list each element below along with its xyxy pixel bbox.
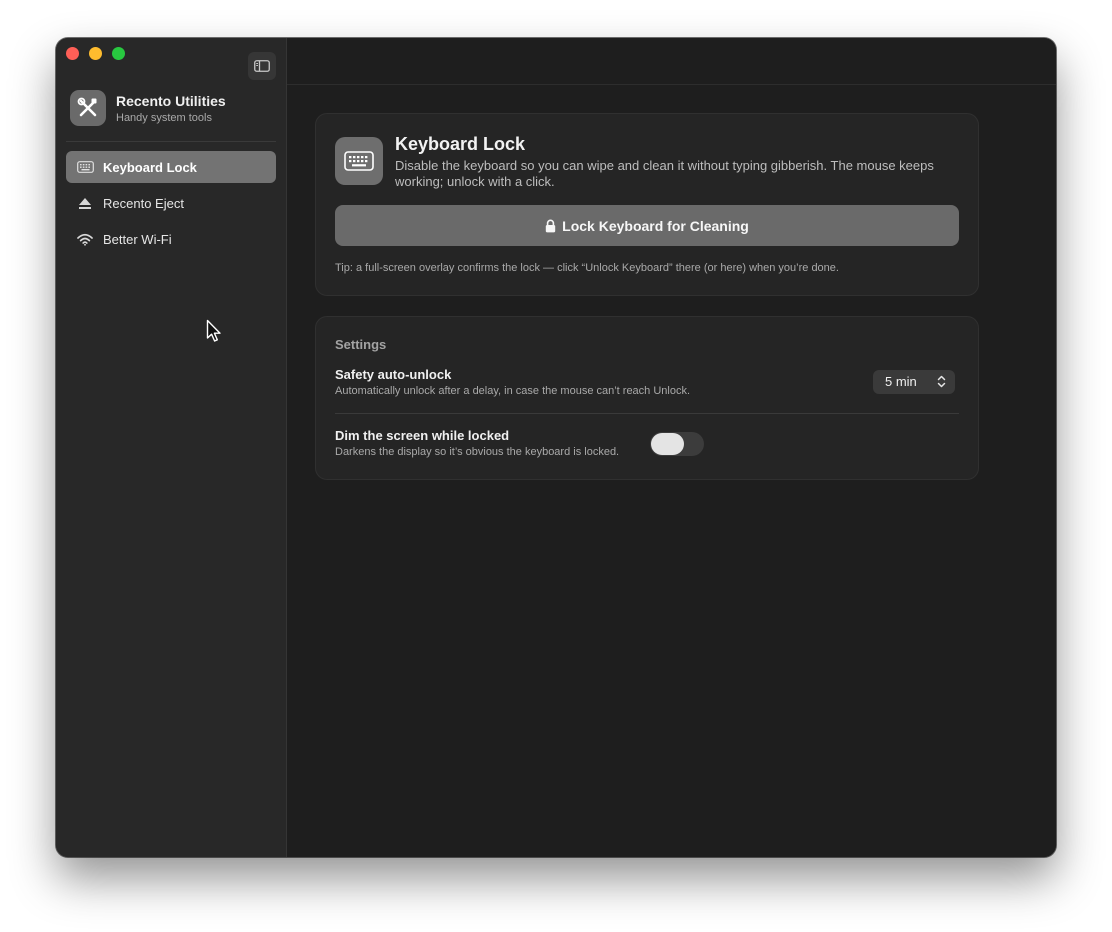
dim-screen-description: Darkens the display so it’s obvious the …: [335, 446, 620, 458]
lock-button-label: Lock Keyboard for Cleaning: [562, 217, 749, 234]
eject-icon: [76, 194, 94, 212]
wifi-icon: [76, 230, 94, 248]
auto-unlock-title: Safety auto-unlock: [335, 367, 452, 382]
toolbar-divider: [287, 84, 1056, 85]
sidebar-item-better-wifi[interactable]: Better Wi-Fi: [66, 223, 276, 255]
maximize-window-button[interactable]: [112, 47, 125, 60]
sidebar-item-keyboard-lock[interactable]: Keyboard Lock: [66, 151, 276, 183]
app-subtitle: Handy system tools: [116, 112, 212, 124]
keyboard-icon: [76, 158, 94, 176]
minimize-window-button[interactable]: [89, 47, 102, 60]
auto-unlock-description: Automatically unlock after a delay, in c…: [335, 385, 691, 397]
mouse-pointer-icon: [206, 319, 221, 342]
keyboard-lock-card: Keyboard Lock Disable the keyboard so yo…: [315, 113, 979, 296]
sidebar-item-label: Keyboard Lock: [103, 159, 197, 175]
lock-keyboard-button[interactable]: Lock Keyboard for Cleaning: [335, 205, 959, 246]
auto-unlock-value: 5 min: [885, 374, 917, 389]
page-title: Keyboard Lock: [395, 134, 526, 154]
app-window: Recento Utilities Handy system tools Key…: [56, 38, 1056, 857]
settings-heading: Settings: [335, 337, 387, 352]
settings-divider: [335, 413, 959, 414]
sidebar-toggle-button[interactable]: [248, 52, 276, 80]
sidebar-divider: [66, 141, 276, 142]
page-description: Disable the keyboard so you can wipe and…: [395, 158, 934, 189]
settings-card: Settings Safety auto-unlock Automaticall…: [315, 316, 979, 480]
tip-text: Tip: a full-screen overlay confirms the …: [335, 262, 839, 274]
main-content: Keyboard Lock Disable the keyboard so yo…: [287, 38, 1056, 857]
app-header: Recento Utilities Handy system tools: [70, 90, 280, 126]
sidebar-item-label: Better Wi-Fi: [103, 231, 172, 247]
auto-unlock-popup[interactable]: 5 min: [873, 370, 955, 394]
sidebar-item-recento-eject[interactable]: Recento Eject: [66, 187, 276, 219]
dim-screen-toggle[interactable]: [650, 432, 704, 456]
sidebar-toggle-icon: [254, 60, 270, 72]
app-name: Recento Utilities: [116, 93, 226, 109]
dim-screen-title: Dim the screen while locked: [335, 428, 510, 443]
sidebar-item-label: Recento Eject: [103, 195, 184, 211]
keyboard-icon: [335, 137, 383, 185]
up-down-chevron-icon: [937, 375, 946, 391]
close-window-button[interactable]: [66, 47, 79, 60]
sidebar: Recento Utilities Handy system tools Key…: [56, 38, 287, 857]
lock-icon: [545, 219, 556, 233]
toggle-knob: [651, 433, 684, 455]
tools-icon: [70, 90, 106, 126]
